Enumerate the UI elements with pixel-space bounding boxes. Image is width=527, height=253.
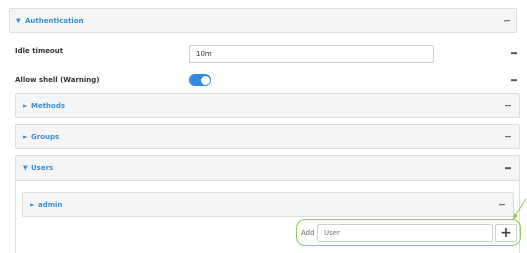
user-item-label: admin bbox=[38, 200, 63, 209]
methods-title: Methods bbox=[31, 101, 66, 110]
toggle-knob bbox=[200, 75, 210, 85]
dash-icon[interactable] bbox=[505, 104, 511, 107]
add-label: Add bbox=[301, 229, 315, 237]
dash-icon[interactable] bbox=[511, 52, 517, 54]
user-item-admin[interactable]: ► admin bbox=[22, 192, 514, 217]
methods-header[interactable]: ► Methods bbox=[15, 93, 520, 118]
idle-timeout-input[interactable]: 10m bbox=[189, 45, 434, 63]
groups-title: Groups bbox=[31, 132, 60, 141]
dash-icon[interactable] bbox=[499, 203, 505, 206]
dash-icon[interactable] bbox=[505, 135, 511, 138]
allow-shell-toggle[interactable] bbox=[189, 74, 211, 86]
add-user-button[interactable]: + bbox=[495, 224, 517, 242]
triangle-right-icon: ► bbox=[30, 201, 35, 208]
allow-shell-label: Allow shell (Warning) bbox=[15, 76, 100, 84]
groups-header[interactable]: ► Groups bbox=[15, 124, 520, 149]
dash-icon[interactable] bbox=[511, 79, 517, 81]
authentication-title: Authentication bbox=[25, 16, 84, 25]
plus-icon: + bbox=[500, 225, 512, 241]
add-user-input[interactable] bbox=[317, 224, 493, 242]
triangle-right-icon: ► bbox=[23, 133, 28, 140]
triangle-right-icon: ► bbox=[23, 102, 28, 109]
dash-icon[interactable] bbox=[504, 19, 510, 22]
authentication-header[interactable]: ▼ Authentication bbox=[9, 8, 517, 33]
dash-icon[interactable] bbox=[505, 167, 511, 169]
users-header[interactable]: ▼ Users bbox=[16, 156, 519, 181]
triangle-down-icon: ▼ bbox=[16, 17, 21, 24]
idle-timeout-label: Idle timeout bbox=[15, 47, 64, 55]
triangle-down-icon: ▼ bbox=[23, 164, 28, 172]
users-title: Users bbox=[31, 164, 54, 172]
callout-pointer-icon bbox=[513, 198, 527, 220]
